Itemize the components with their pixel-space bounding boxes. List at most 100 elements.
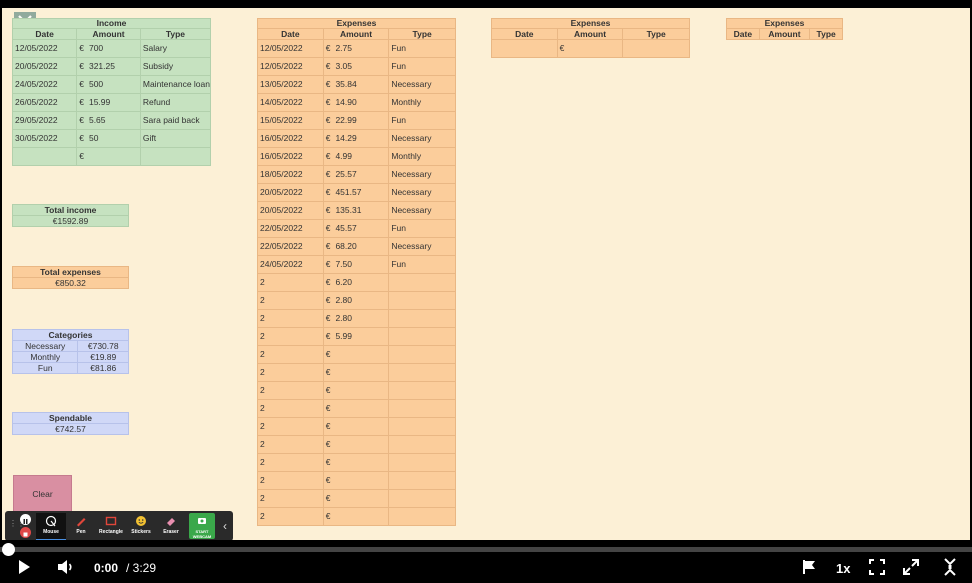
start-webcam-button[interactable]: START WEBCAM [189,513,215,539]
player-logo-icon[interactable] [942,557,958,580]
amount-cell[interactable]: € [322,345,390,364]
type-cell[interactable]: Fun [388,219,456,238]
amount-cell[interactable]: €4.99 [322,147,390,166]
collapse-toolbar-chevron-icon[interactable]: ‹ [219,519,231,533]
amount-cell[interactable]: €25.57 [322,165,390,184]
type-cell[interactable] [388,309,456,328]
type-cell[interactable]: Fun [388,39,456,58]
type-cell[interactable]: Gift [139,129,212,148]
flag-icon[interactable] [801,559,817,578]
type-cell[interactable] [622,39,690,58]
type-cell[interactable] [388,489,456,508]
type-cell[interactable]: Necessary [388,201,456,220]
date-cell[interactable]: 2 [257,309,324,328]
date-cell[interactable]: 24/05/2022 [11,75,78,94]
amount-cell[interactable]: €68.20 [322,237,390,256]
type-cell[interactable]: Subsidy [139,57,212,76]
date-cell[interactable]: 15/05/2022 [257,111,324,130]
type-cell[interactable]: Fun [388,111,456,130]
amount-cell[interactable]: € [556,39,624,58]
date-cell[interactable]: 2 [257,345,324,364]
type-cell[interactable]: Maintenance loan [139,75,212,94]
type-cell[interactable]: Monthly [388,147,456,166]
pause-recording-icon[interactable] [20,514,31,525]
stop-recording-icon[interactable] [20,527,31,538]
date-cell[interactable]: 29/05/2022 [11,111,78,130]
clear-button[interactable]: Clear [13,475,72,513]
type-cell[interactable] [388,363,456,382]
date-cell[interactable]: 30/05/2022 [11,129,78,148]
amount-cell[interactable]: € [322,363,390,382]
date-cell[interactable]: 12/05/2022 [257,39,324,58]
amount-cell[interactable]: €15.99 [76,93,141,112]
date-cell[interactable] [491,39,558,58]
date-cell[interactable]: 16/05/2022 [257,129,324,148]
date-cell[interactable]: 24/05/2022 [257,255,324,274]
amount-cell[interactable]: €22.99 [322,111,390,130]
amount-cell[interactable]: €451.57 [322,183,390,202]
amount-cell[interactable]: €2.80 [322,309,390,328]
amount-cell[interactable]: € [322,489,390,508]
amount-cell[interactable]: €7.50 [322,255,390,274]
type-cell[interactable] [388,345,456,364]
date-cell[interactable]: 2 [257,291,324,310]
type-cell[interactable]: Fun [388,57,456,76]
type-cell[interactable] [388,417,456,436]
type-cell[interactable]: Fun [388,255,456,274]
date-cell[interactable]: 26/05/2022 [11,93,78,112]
amount-cell[interactable]: €6.20 [322,273,390,292]
type-cell[interactable]: Monthly [388,93,456,112]
volume-icon[interactable] [57,559,75,578]
type-cell[interactable] [139,147,212,166]
amount-cell[interactable]: € [322,417,390,436]
type-cell[interactable]: Necessary [388,237,456,256]
theater-mode-icon[interactable] [869,559,885,578]
date-cell[interactable]: 2 [257,507,324,526]
date-cell[interactable]: 22/05/2022 [257,219,324,238]
date-cell[interactable]: 2 [257,435,324,454]
seek-knob[interactable] [2,543,15,556]
amount-cell[interactable]: € [322,435,390,454]
amount-cell[interactable]: €2.80 [322,291,390,310]
type-cell[interactable] [388,273,456,292]
tool-rectangle[interactable]: Rectangle [96,513,126,539]
date-cell[interactable]: 2 [257,399,324,418]
type-cell[interactable]: Necessary [388,129,456,148]
tool-pen[interactable]: Pen [66,513,96,539]
date-cell[interactable]: 2 [257,273,324,292]
type-cell[interactable] [388,507,456,526]
date-cell[interactable]: 16/05/2022 [257,147,324,166]
date-cell[interactable]: 2 [257,417,324,436]
type-cell[interactable] [388,291,456,310]
date-cell[interactable]: 2 [257,489,324,508]
seek-bar[interactable] [0,547,972,552]
type-cell[interactable]: Sara paid back [139,111,212,130]
amount-cell[interactable]: €45.57 [322,219,390,238]
amount-cell[interactable]: €321.25 [76,57,141,76]
tool-mouse[interactable]: Mouse [36,513,66,540]
amount-cell[interactable]: €14.29 [322,129,390,148]
amount-cell[interactable]: €135.31 [322,201,390,220]
amount-cell[interactable]: €700 [76,39,141,58]
date-cell[interactable]: 13/05/2022 [257,75,324,94]
date-cell[interactable]: 2 [257,381,324,400]
date-cell[interactable]: 18/05/2022 [257,165,324,184]
date-cell[interactable]: 20/05/2022 [257,201,324,220]
date-cell[interactable]: 20/05/2022 [257,183,324,202]
date-cell[interactable]: 14/05/2022 [257,93,324,112]
date-cell[interactable]: 2 [257,363,324,382]
tool-stickers[interactable]: Stickers [126,513,156,539]
type-cell[interactable]: Necessary [388,165,456,184]
fullscreen-icon[interactable] [903,559,919,578]
date-cell[interactable]: 20/05/2022 [11,57,78,76]
amount-cell[interactable]: €2.75 [322,39,390,58]
amount-cell[interactable]: €5.65 [76,111,141,130]
type-cell[interactable]: Refund [139,93,212,112]
amount-cell[interactable]: € [322,471,390,490]
amount-cell[interactable]: €35.84 [322,75,390,94]
tool-eraser[interactable]: Eraser [156,513,186,539]
type-cell[interactable]: Salary [139,39,212,58]
play-icon[interactable] [17,559,31,578]
type-cell[interactable] [388,381,456,400]
amount-cell[interactable]: €50 [76,129,141,148]
